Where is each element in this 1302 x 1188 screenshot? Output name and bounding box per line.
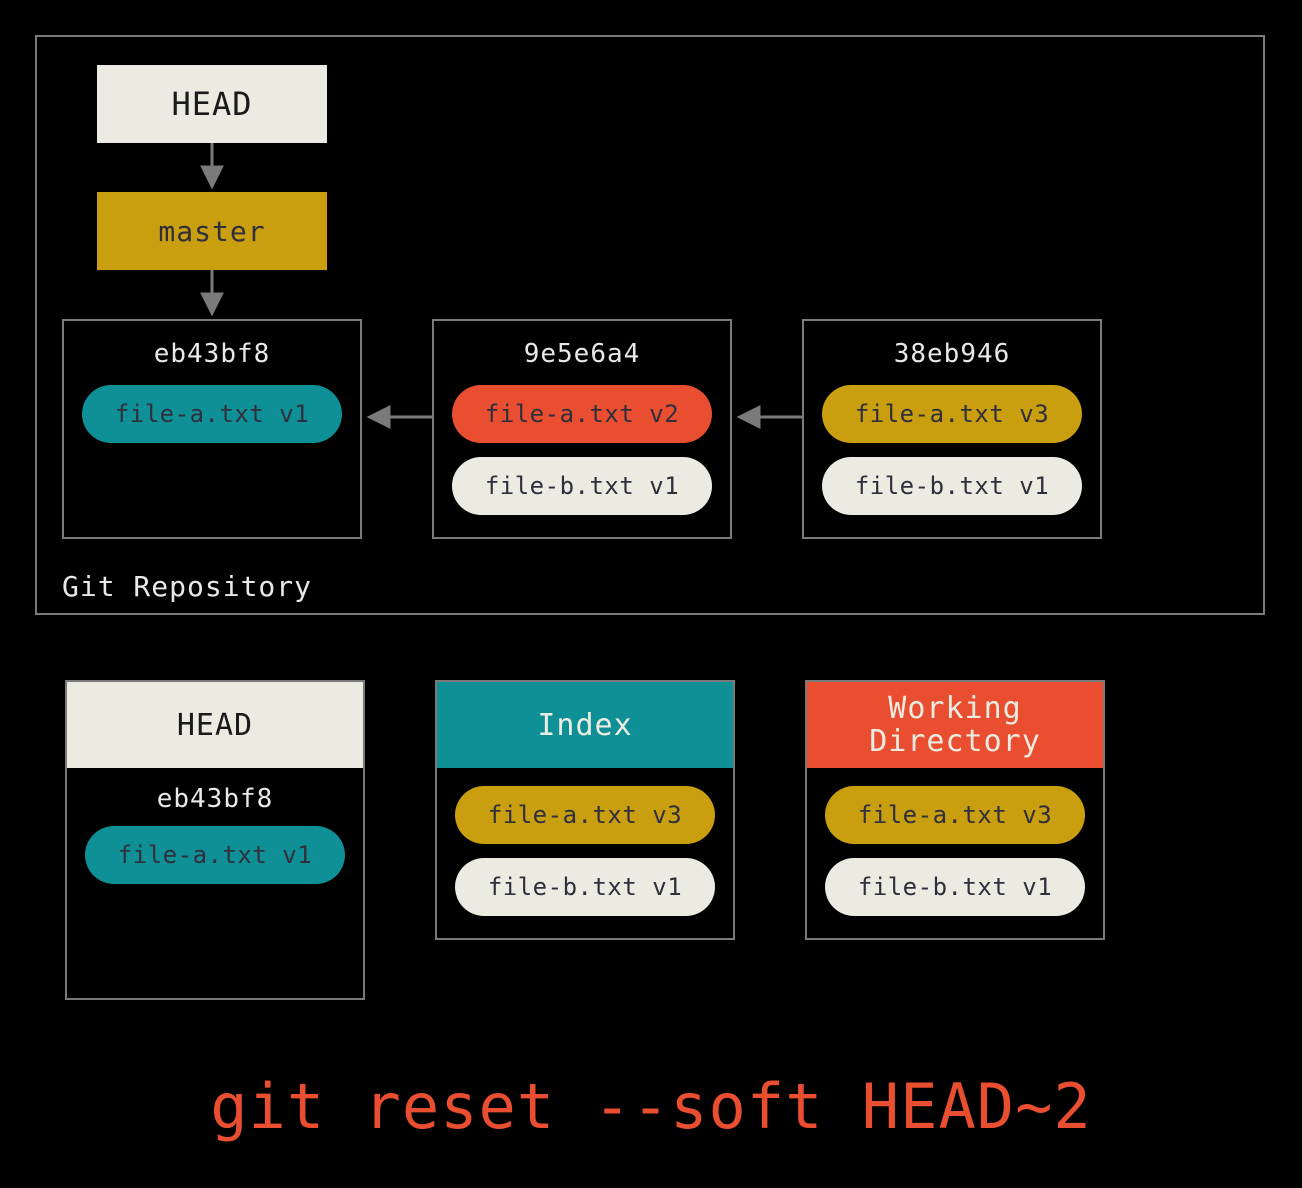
commit-box-9e5e6a4: 9e5e6a4 file-a.txt v2 file-b.txt v1 xyxy=(432,319,732,539)
panel-index: Index file-a.txt v3 file-b.txt v1 xyxy=(435,680,735,940)
file-pill: file-a.txt v3 xyxy=(455,786,715,844)
branch-master-box: master xyxy=(97,192,327,270)
file-pill: file-b.txt v1 xyxy=(822,457,1082,515)
panel-header: Working Directory xyxy=(807,682,1103,768)
head-pointer-box: HEAD xyxy=(97,65,327,143)
commit-box-eb43bf8: eb43bf8 file-a.txt v1 xyxy=(62,319,362,539)
file-pill: file-b.txt v1 xyxy=(452,457,712,515)
panel-working-directory: Working Directory file-a.txt v3 file-b.t… xyxy=(805,680,1105,940)
file-pill: file-a.txt v2 xyxy=(452,385,712,443)
panel-header: HEAD xyxy=(67,682,363,768)
panel-header: Index xyxy=(437,682,733,768)
commit-hash: eb43bf8 xyxy=(154,339,271,369)
commit-hash: 9e5e6a4 xyxy=(524,339,641,369)
panel-head: HEAD eb43bf8 file-a.txt v1 xyxy=(65,680,365,1000)
file-pill: file-a.txt v3 xyxy=(825,786,1085,844)
file-pill: file-b.txt v1 xyxy=(825,858,1085,916)
file-pill: file-a.txt v3 xyxy=(822,385,1082,443)
git-repository-frame: Git Repository HEAD master eb43bf8 file-… xyxy=(35,35,1265,615)
git-command: git reset --soft HEAD~2 xyxy=(0,1070,1302,1143)
file-pill: file-a.txt v1 xyxy=(85,826,345,884)
git-repository-label: Git Repository xyxy=(62,570,312,603)
commit-box-38eb946: 38eb946 file-a.txt v3 file-b.txt v1 xyxy=(802,319,1102,539)
commit-hash: 38eb946 xyxy=(894,339,1011,369)
file-pill: file-b.txt v1 xyxy=(455,858,715,916)
panel-hash: eb43bf8 xyxy=(157,784,274,814)
file-pill: file-a.txt v1 xyxy=(82,385,342,443)
